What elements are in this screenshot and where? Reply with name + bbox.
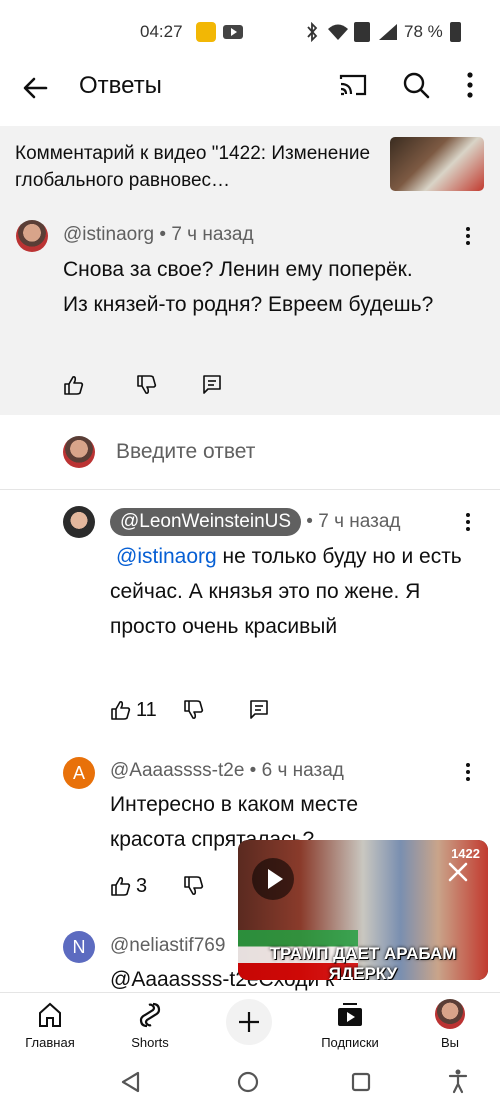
like-icon[interactable]	[63, 374, 85, 396]
home-circle-icon[interactable]	[236, 1070, 260, 1094]
comment-author[interactable]: @istinaorg	[63, 224, 154, 245]
avatar[interactable]	[16, 220, 48, 252]
avatar-letter: A	[72, 763, 85, 783]
comment-meta: @istinaorg • 7 ч назад	[63, 224, 254, 245]
system-navigation	[0, 1054, 500, 1111]
current-user-avatar	[63, 436, 95, 468]
back-arrow-icon[interactable]	[20, 72, 52, 104]
video-context-card[interactable]: Комментарий к видео "1422: Изменение гло…	[0, 126, 500, 204]
nav-subscriptions[interactable]: Подписки	[314, 999, 386, 1051]
notification-icon	[196, 22, 216, 42]
reply-icon[interactable]	[202, 374, 222, 396]
mini-player-caption: ТРАМП ДАЕТ АРАБАМ ЯДЕРКУ	[269, 944, 457, 980]
page-title: Ответы	[79, 72, 162, 99]
profile-avatar	[435, 999, 465, 1029]
reply-author[interactable]: @neliastif769	[110, 935, 225, 956]
like-count: 11	[136, 699, 157, 721]
close-icon[interactable]	[446, 860, 470, 884]
home-icon	[36, 1001, 64, 1029]
mini-player-number: 1422	[451, 846, 480, 861]
subscriptions-icon	[336, 1001, 364, 1029]
divider	[0, 489, 500, 490]
more-options-icon[interactable]	[466, 70, 474, 100]
nav-subscriptions-label: Подписки	[321, 1035, 379, 1050]
parent-comment: @istinaorg • 7 ч назад Снова за свое? Ле…	[0, 204, 500, 415]
status-bar: 04:27 78 %	[0, 0, 500, 62]
reply-avatar[interactable]: A	[63, 757, 95, 789]
reply-author-chip[interactable]: @LeonWeinsteinUS	[110, 508, 302, 536]
reply-time: 7 ч назад	[318, 511, 401, 532]
reply-time: 6 ч назад	[261, 760, 344, 781]
like-count: 3	[136, 875, 148, 897]
avatar-letter: N	[72, 937, 86, 957]
reply-avatar[interactable]: N	[63, 931, 95, 963]
volte-icon	[354, 22, 370, 42]
like-icon[interactable]	[110, 875, 132, 897]
reply-author[interactable]: @Aaaassss-t2e	[110, 760, 244, 781]
status-time: 04:27	[140, 22, 183, 41]
video-context-title: Комментарий к видео "1422: Изменение гло…	[15, 143, 371, 191]
search-icon[interactable]	[401, 70, 431, 100]
dislike-icon[interactable]	[183, 699, 205, 721]
reply-meta: @LeonWeinsteinUS • 7 ч назад	[110, 508, 400, 536]
like-icon[interactable]	[110, 699, 132, 721]
create-button[interactable]	[226, 999, 272, 1045]
reply-meta: @Aaaassss-t2e • 6 ч назад	[110, 760, 344, 781]
nav-you-label: Вы	[440, 1035, 459, 1050]
nav-you[interactable]: Вы	[426, 999, 474, 1051]
reply-menu-icon[interactable]	[464, 762, 472, 782]
app-header: Ответы	[0, 62, 500, 124]
reply-avatar[interactable]	[63, 506, 95, 538]
battery-percent: 78 %	[404, 22, 443, 41]
reply-menu-icon[interactable]	[464, 512, 472, 532]
reply-meta: @neliastif769	[110, 935, 225, 957]
comment-menu-icon[interactable]	[464, 226, 472, 246]
bottom-navigation: Главная Shorts Подписки Вы	[0, 992, 500, 1054]
nav-shorts-label: Shorts	[131, 1035, 169, 1050]
dislike-icon[interactable]	[183, 875, 205, 897]
recents-icon[interactable]	[350, 1071, 372, 1093]
nav-home[interactable]: Главная	[22, 999, 78, 1051]
reply-text: @istinaorg не только буду но и есть сейч…	[110, 539, 472, 644]
signal-icon	[378, 23, 398, 41]
nav-shorts[interactable]: Shorts	[124, 999, 176, 1051]
video-thumbnail[interactable]	[390, 137, 484, 191]
nav-home-label: Главная	[25, 1035, 75, 1050]
comment-time: 7 ч назад	[171, 224, 254, 245]
mini-player[interactable]: 1422 ТРАМП ДАЕТ АРАБАМ ЯДЕРКУ	[238, 840, 488, 980]
cast-icon[interactable]	[338, 70, 368, 100]
play-icon[interactable]	[252, 858, 294, 900]
back-icon[interactable]	[120, 1070, 142, 1094]
reply-icon[interactable]	[249, 699, 269, 721]
mention-link[interactable]: @istinaorg	[116, 545, 217, 568]
bluetooth-icon	[305, 22, 319, 42]
comment-text: Снова за свое? Ленин ему поперёк. Из кня…	[63, 258, 434, 316]
plus-icon	[239, 1012, 259, 1032]
wifi-icon	[327, 23, 349, 41]
battery-icon	[450, 22, 461, 42]
shorts-icon	[137, 1001, 163, 1029]
youtube-notification-icon	[223, 25, 243, 39]
reply-input[interactable]: Введите ответ	[116, 440, 255, 464]
accessibility-icon[interactable]	[448, 1068, 468, 1094]
dislike-icon[interactable]	[136, 374, 158, 396]
